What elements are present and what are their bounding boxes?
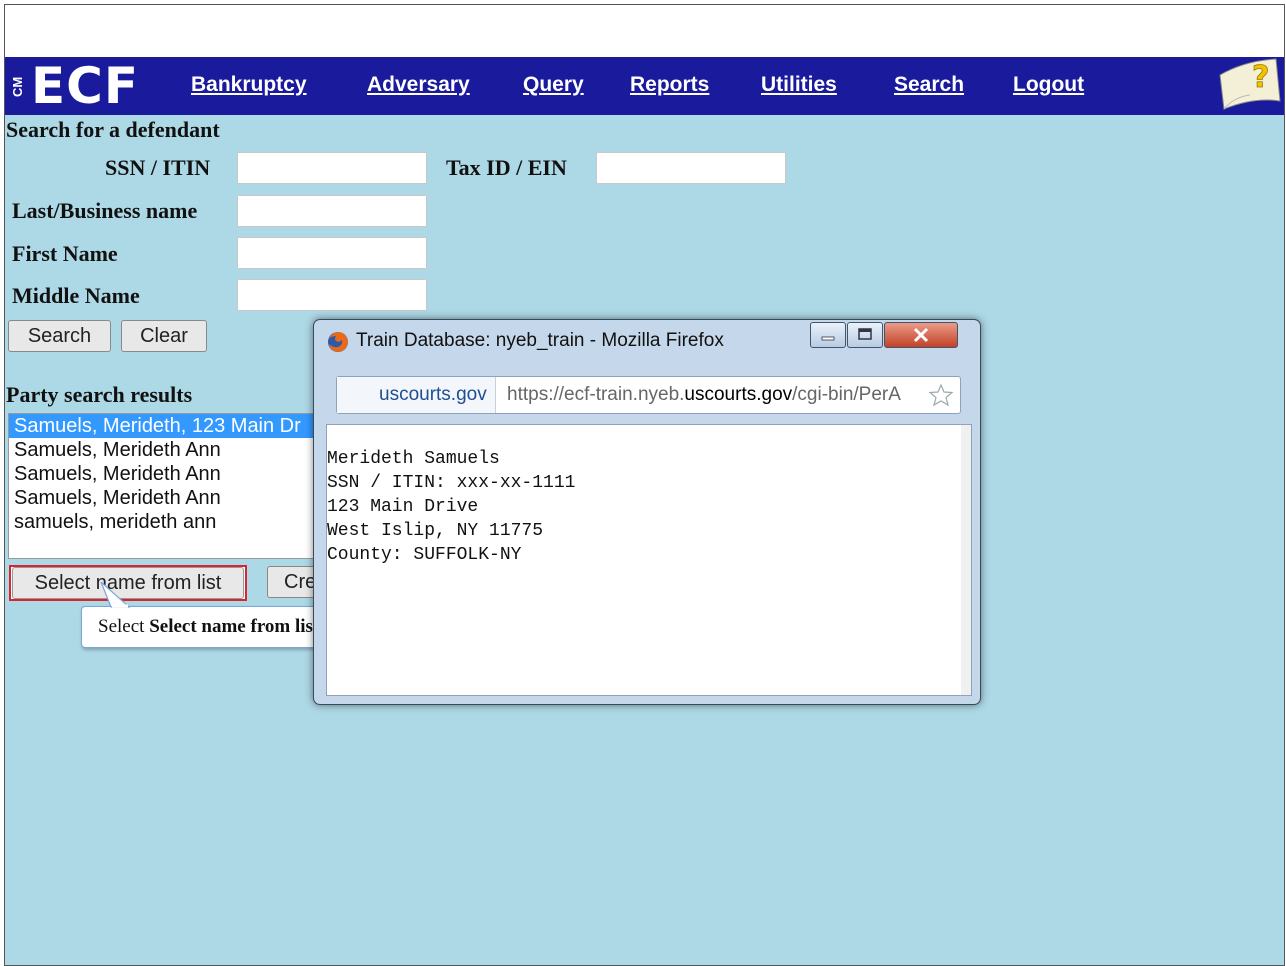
top-whitespace <box>5 5 1284 57</box>
menu-query[interactable]: Query <box>523 73 584 97</box>
close-icon <box>913 327 929 343</box>
taxid-label: Tax ID / EIN <box>446 155 567 180</box>
svg-text:?: ? <box>1252 60 1269 95</box>
logo-cm: CM <box>10 76 25 98</box>
tooltip-pointer <box>100 582 131 608</box>
middle-name-label: Middle Name <box>12 283 140 308</box>
popup-title: Train Database: nyeb_train - Mozilla Fir… <box>356 330 724 351</box>
clear-button[interactable]: Clear <box>121 320 207 352</box>
maximize-button[interactable] <box>847 322 883 348</box>
minimize-button[interactable] <box>810 322 846 348</box>
list-item[interactable]: Samuels, Merideth Ann <box>9 438 337 462</box>
browser-page: CM ECF Bankruptcy Adversary Query Report… <box>4 4 1285 966</box>
first-name-input[interactable] <box>237 237 427 269</box>
form-title: Search for a defendant <box>6 117 220 142</box>
menu-adversary[interactable]: Adversary <box>367 73 470 97</box>
tooltip-bold: Select name from list <box>149 616 320 637</box>
party-city: West Islip, NY 11775 <box>327 521 544 541</box>
maximize-icon <box>858 328 872 340</box>
party-results-list[interactable]: Samuels, Merideth, 123 Main Dr Samuels, … <box>8 413 338 559</box>
menu-utilities[interactable]: Utilities <box>761 73 837 97</box>
search-button[interactable]: Search <box>8 320 111 352</box>
menu-bankruptcy[interactable]: Bankruptcy <box>191 73 307 97</box>
last-name-label: Last/Business name <box>12 198 198 223</box>
url-host: uscourts.gov <box>684 384 793 405</box>
popup-content: Merideth Samuels SSN / ITIN: xxx-xx-1111… <box>326 424 972 696</box>
site-identity[interactable]: uscourts.gov <box>337 377 496 413</box>
url-text[interactable]: https://ecf-train.nyeb.uscourts.gov/cgi-… <box>507 377 927 413</box>
middle-name-input[interactable] <box>237 279 427 311</box>
first-name-label: First Name <box>12 241 118 266</box>
scrollbar[interactable] <box>961 425 971 695</box>
help-icon[interactable]: ? <box>1214 57 1284 115</box>
ssn-input[interactable] <box>237 152 427 184</box>
bookmark-star-icon[interactable] <box>928 383 954 407</box>
party-address: 123 Main Drive <box>327 497 479 517</box>
firefox-popup-window: Train Database: nyeb_train - Mozilla Fir… <box>313 319 981 705</box>
menu-search[interactable]: Search <box>894 73 964 97</box>
list-item[interactable]: samuels, merideth ann <box>9 510 337 534</box>
party-county: County: SUFFOLK-NY <box>327 545 522 565</box>
last-name-input[interactable] <box>237 195 427 227</box>
menu-reports[interactable]: Reports <box>630 73 709 97</box>
party-ssn: SSN / ITIN: xxx-xx-1111 <box>327 473 576 493</box>
tooltip-prefix: Select <box>98 616 145 637</box>
ssn-label: SSN / ITIN <box>105 155 211 180</box>
list-item[interactable]: Samuels, Merideth Ann <box>9 486 337 510</box>
logo-ecf: ECF <box>31 57 140 115</box>
taxid-input[interactable] <box>596 152 786 184</box>
url-suffix: /cgi-bin/PerA <box>792 384 901 405</box>
firefox-icon <box>328 332 348 352</box>
party-name: Merideth Samuels <box>327 449 500 469</box>
url-prefix: https://ecf-train.nyeb. <box>507 384 685 405</box>
list-item[interactable]: Samuels, Merideth Ann <box>9 462 337 486</box>
address-bar[interactable]: uscourts.gov https://ecf-train.nyeb.usco… <box>336 376 961 414</box>
minimize-icon <box>821 336 835 341</box>
results-title: Party search results <box>6 382 193 407</box>
list-item[interactable]: Samuels, Merideth, 123 Main Dr <box>9 414 337 438</box>
menu-logout[interactable]: Logout <box>1013 73 1084 97</box>
cmecf-logo: CM ECF <box>10 57 161 115</box>
close-button[interactable] <box>884 322 958 348</box>
main-navbar: CM ECF Bankruptcy Adversary Query Report… <box>5 57 1284 115</box>
